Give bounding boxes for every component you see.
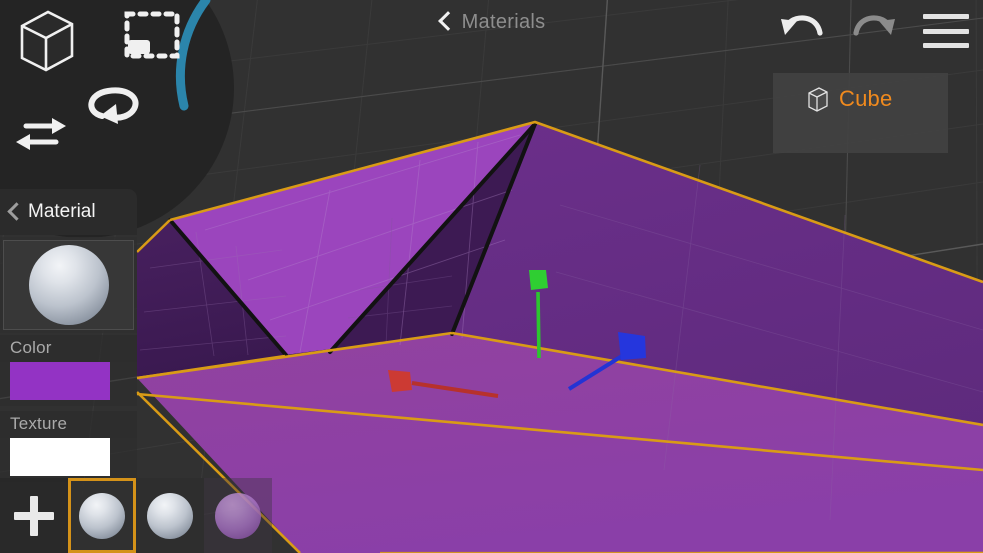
material-sphere-thumb	[215, 492, 261, 539]
top-right-toolbar	[775, 8, 969, 54]
move-horizontal-arrows-icon	[16, 118, 66, 150]
rotate-icon	[88, 87, 139, 124]
tool-rotate-button[interactable]	[84, 82, 144, 130]
tool-cube-button[interactable]	[16, 8, 78, 74]
chevron-left-icon[interactable]	[438, 11, 452, 33]
texture-label: Texture	[0, 411, 137, 438]
material-preview[interactable]	[0, 237, 137, 333]
object-list-panel: Cube	[773, 73, 948, 153]
plus-icon	[12, 494, 56, 538]
chevron-left-icon[interactable]	[8, 202, 21, 222]
object-list-item-cube[interactable]: Cube	[773, 83, 948, 115]
marquee-select-icon	[124, 11, 180, 59]
object-name: Cube	[839, 86, 893, 111]
cube-icon	[808, 87, 828, 112]
material-property-texture: Texture	[0, 411, 137, 483]
tool-move-button[interactable]	[14, 114, 68, 154]
material-sphere-preview	[28, 245, 109, 325]
cube-icon	[20, 10, 74, 72]
undo-button[interactable]	[775, 8, 827, 54]
material-property-color: Color	[0, 335, 137, 407]
color-label: Color	[0, 335, 137, 362]
material-slot-2[interactable]	[204, 478, 272, 553]
material-sphere-thumb	[147, 492, 193, 539]
undo-arrow-icon	[781, 15, 823, 36]
material-slot-strip	[0, 478, 272, 553]
color-swatch[interactable]	[10, 362, 110, 400]
material-slot-1[interactable]	[136, 478, 204, 553]
page-title: Materials	[461, 10, 546, 33]
redo-button[interactable]	[849, 8, 901, 54]
add-material-button[interactable]	[0, 478, 68, 553]
material-panel-title: Material	[28, 201, 96, 222]
redo-arrow-icon	[853, 15, 895, 36]
hamburger-menu-icon[interactable]	[923, 14, 969, 48]
app-root: Materials Cube Material Color Texture	[0, 0, 983, 553]
texture-swatch[interactable]	[10, 438, 110, 476]
tool-select-button[interactable]	[122, 8, 182, 66]
material-sphere-thumb	[79, 492, 125, 539]
material-slot-0[interactable]	[68, 478, 136, 553]
material-panel-header[interactable]: Material	[0, 189, 137, 235]
